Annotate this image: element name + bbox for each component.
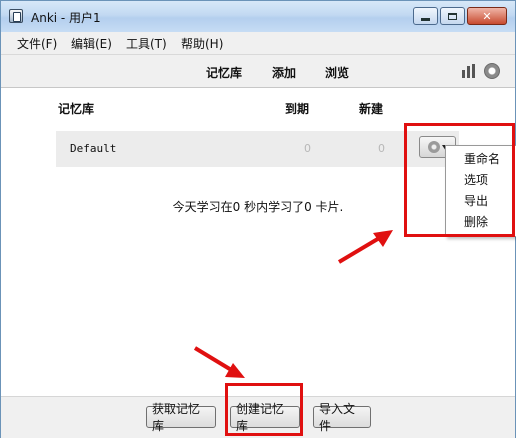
annotation-arrow-create (193, 346, 245, 378)
annotation-arrows (193, 230, 393, 378)
annotation-arrow-menu (337, 230, 393, 264)
anki-window: Anki - 用户1 ✕ 文件(F) 编辑(E) 工具(T) 帮助(H) 记忆库… (0, 0, 516, 438)
